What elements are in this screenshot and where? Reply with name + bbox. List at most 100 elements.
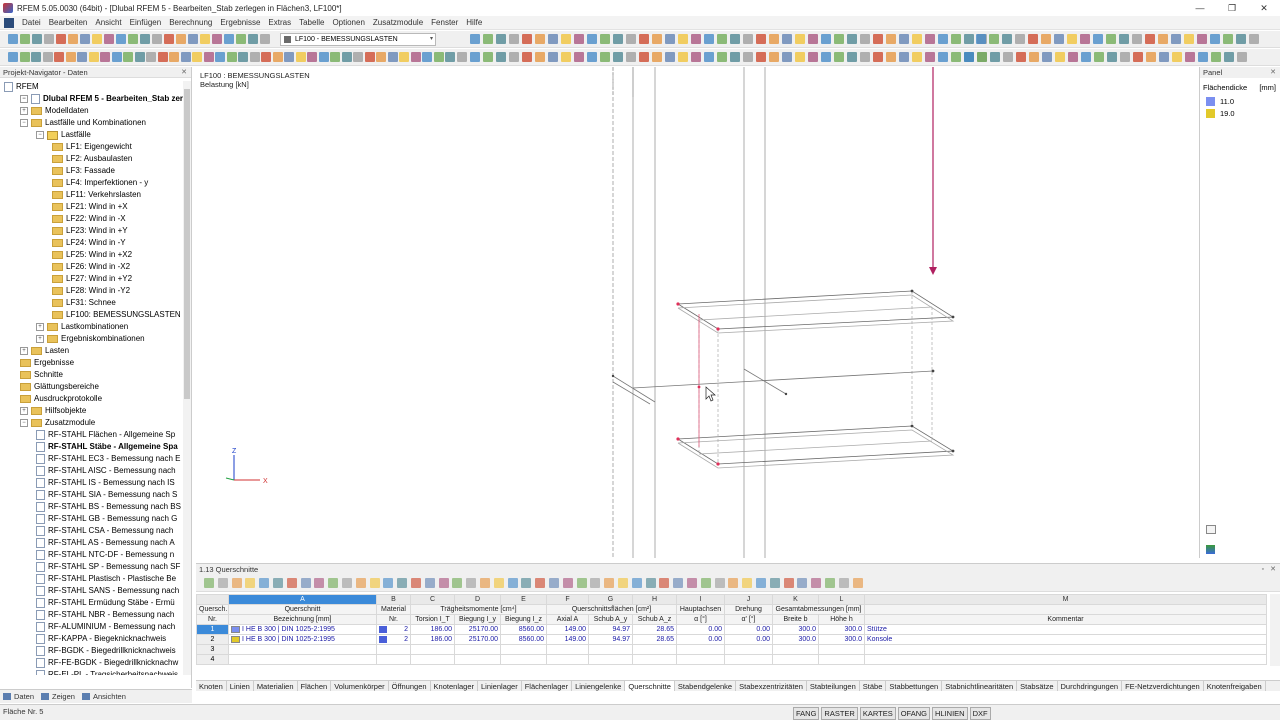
tree-item[interactable]: LF27: Wind in +Y2 — [52, 273, 132, 285]
toolbar-button-icon[interactable] — [912, 34, 922, 44]
row-number[interactable]: 3 — [196, 644, 229, 655]
table-cell-alpha[interactable] — [676, 654, 725, 665]
column-letter[interactable]: D — [454, 594, 501, 605]
toolbar-button-icon[interactable] — [330, 52, 340, 62]
column-letter[interactable]: J — [724, 594, 773, 605]
table-cell-alpha2[interactable] — [724, 644, 773, 655]
toolbar-button-icon[interactable] — [782, 34, 792, 44]
tree-item[interactable]: RF-STAHL NBR - Bemessung nach — [36, 609, 174, 621]
table-cell-alpha2[interactable] — [724, 654, 773, 665]
table-cell-iy[interactable] — [454, 644, 501, 655]
tree-item[interactable]: LF22: Wind in -X — [52, 213, 126, 225]
tree-item[interactable]: LF2: Ausbaulasten — [52, 153, 132, 165]
toolbar-button-icon[interactable] — [134, 52, 145, 62]
row-number[interactable]: 4 — [196, 654, 229, 665]
toolbar-button-icon[interactable] — [433, 52, 444, 62]
toolbar-button-icon[interactable] — [284, 52, 294, 62]
tree-item[interactable]: RF-STAHL GB - Bemessung nach G — [36, 513, 177, 525]
tree-item[interactable]: LF25: Wind in +X2 — [52, 249, 132, 261]
sheet-tab[interactable]: Flächenlager — [522, 681, 573, 691]
cross-section-name-cell[interactable]: I HE B 300 | DIN 1025-2:1995 — [228, 634, 377, 645]
close-icon[interactable]: ✕ — [181, 67, 187, 78]
toolbar-button-icon[interactable] — [260, 34, 270, 44]
toolbar-button-icon[interactable] — [445, 52, 455, 62]
toolbar-button-icon[interactable] — [399, 52, 409, 62]
toolbar-button-icon[interactable] — [535, 52, 545, 62]
toolbar-button-icon[interactable] — [613, 34, 623, 44]
table-toolbar-icon[interactable] — [273, 578, 283, 588]
toolbar-button-icon[interactable] — [834, 34, 844, 44]
table-toolbar-icon[interactable] — [217, 578, 228, 588]
table-toolbar-icon[interactable] — [673, 578, 684, 588]
table-toolbar-icon[interactable] — [411, 578, 421, 588]
tree-item[interactable]: RF-STAHL AS - Bemessung nach A — [36, 537, 175, 549]
toolbar-button-icon[interactable] — [1029, 52, 1039, 62]
toolbar-button-icon[interactable] — [180, 52, 191, 62]
chevron-down-icon[interactable]: ▾ — [430, 34, 433, 45]
table-cell-h[interactable] — [818, 644, 865, 655]
menu-tabelle[interactable]: Tabelle — [295, 18, 328, 27]
material-cell[interactable]: 2 — [376, 634, 411, 645]
toolbar-button-icon[interactable] — [157, 52, 168, 62]
toolbar-button-icon[interactable] — [1172, 52, 1182, 62]
toolbar-button-icon[interactable] — [808, 52, 818, 62]
sheet-tab[interactable]: Querschnitte — [625, 681, 675, 691]
toolbar-button-icon[interactable] — [1158, 34, 1168, 44]
material-cell[interactable] — [376, 644, 411, 655]
toolbar-button-icon[interactable] — [341, 52, 352, 62]
toolbar-button-icon[interactable] — [756, 52, 766, 62]
tree-item[interactable]: RF-STAHL Stäbe - Allgemeine Spa — [36, 441, 178, 453]
toolbar-button-icon[interactable] — [509, 52, 519, 62]
toolbar-button-icon[interactable] — [574, 34, 584, 44]
toolbar-button-icon[interactable] — [203, 52, 214, 62]
toolbar-button-icon[interactable] — [104, 34, 114, 44]
model-canvas[interactable]: Z X — [196, 67, 1196, 558]
toolbar-button-icon[interactable] — [756, 34, 766, 44]
panel-color-icon[interactable] — [1206, 545, 1215, 554]
table-toolbar-icon[interactable] — [742, 578, 753, 588]
tree-item[interactable]: LF24: Wind in -Y — [52, 237, 126, 249]
panel-options-icon[interactable] — [1206, 525, 1216, 534]
tree-item[interactable]: RF-STAHL NTC-DF - Bemessung n — [36, 549, 174, 561]
toolbar-button-icon[interactable] — [522, 34, 532, 44]
expand-icon[interactable]: + — [20, 107, 28, 115]
tree-item[interactable]: LF31: Schnee — [52, 297, 116, 309]
toolbar-button-icon[interactable] — [1249, 34, 1259, 44]
close-button[interactable]: ✕ — [1248, 0, 1280, 16]
tree-item[interactable]: RF-STAHL BS - Bemessung nach BS — [36, 501, 181, 513]
toolbar-button-icon[interactable] — [470, 52, 480, 62]
toolbar-button-icon[interactable] — [976, 34, 986, 44]
toolbar-button-icon[interactable] — [860, 34, 870, 44]
toolbar-button-icon[interactable] — [65, 52, 76, 62]
toolbar-button-icon[interactable] — [964, 34, 974, 44]
toolbar-button-icon[interactable] — [1132, 34, 1142, 44]
toolbar-button-icon[interactable] — [20, 34, 30, 44]
table-toolbar-icon[interactable] — [259, 578, 270, 588]
table-scrollbar[interactable] — [1270, 594, 1280, 666]
table-toolbar-icon[interactable] — [480, 578, 490, 588]
column-letter[interactable]: I — [676, 594, 725, 605]
sheet-tab[interactable]: Öffnungen — [389, 681, 431, 691]
toolbar-button-icon[interactable] — [860, 52, 870, 62]
toolbar-button-icon[interactable] — [847, 52, 857, 62]
toolbar-button-icon[interactable] — [717, 34, 727, 44]
toolbar-button-icon[interactable] — [456, 52, 467, 62]
sheet-tab[interactable]: Volumenkörper — [331, 681, 389, 691]
column-letter[interactable]: F — [546, 594, 589, 605]
table-cell-ay[interactable] — [588, 644, 633, 655]
toolbar-button-icon[interactable] — [1107, 52, 1117, 62]
toolbar-button-icon[interactable] — [68, 34, 78, 44]
menu-berechnung[interactable]: Berechnung — [165, 18, 216, 27]
table-toolbar-icon[interactable] — [314, 578, 325, 588]
toolbar-button-icon[interactable] — [318, 52, 329, 62]
toolbar-button-icon[interactable] — [730, 34, 740, 44]
cross-section-name-cell[interactable]: I HE B 300 | DIN 1025-2:1995 — [228, 624, 377, 635]
tree-item[interactable]: − Lastfälle und Kombinationen — [20, 117, 146, 129]
table-toolbar-icon[interactable] — [618, 578, 628, 588]
tree-item[interactable]: RF-STAHL Flächen - Allgemeine Sp — [36, 429, 175, 441]
toolbar-button-icon[interactable] — [1015, 34, 1025, 44]
loadcase-select[interactable]: LF100 - BEMESSUNGSLASTEN ▾ — [280, 33, 436, 46]
toolbar-button-icon[interactable] — [561, 52, 571, 62]
toolbar-button-icon[interactable] — [1159, 52, 1169, 62]
toolbar-button-icon[interactable] — [730, 52, 740, 62]
